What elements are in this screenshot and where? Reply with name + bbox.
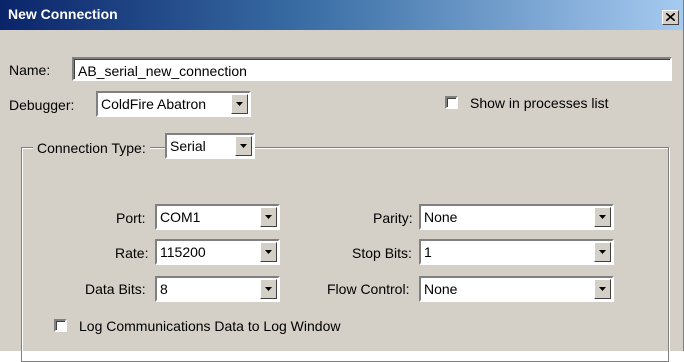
show-in-processes-checkbox[interactable]: [445, 96, 458, 109]
debugger-select[interactable]: ColdFire Abatron: [96, 91, 251, 117]
stop-bits-select[interactable]: 1: [419, 239, 614, 265]
flow-control-select[interactable]: None: [419, 276, 614, 302]
data-bits-label: Data Bits:: [85, 281, 146, 297]
parity-value: None: [424, 209, 458, 225]
stop-bits-value: 1: [424, 244, 432, 260]
stop-bits-label: Stop Bits:: [352, 245, 412, 261]
connection-type-select[interactable]: Serial: [165, 133, 255, 159]
chevron-down-icon: [599, 250, 606, 254]
show-in-processes-label: Show in processes list: [470, 95, 609, 111]
port-dropdown-button[interactable]: [260, 207, 277, 227]
close-icon: [666, 13, 675, 21]
chevron-down-icon: [240, 144, 247, 148]
connection-type-value: Serial: [170, 138, 206, 154]
flow-control-dropdown-button[interactable]: [594, 279, 611, 299]
name-label: Name:: [9, 62, 51, 78]
port-label: Port:: [116, 210, 146, 226]
parity-label: Parity:: [373, 210, 413, 226]
parity-dropdown-button[interactable]: [594, 207, 611, 227]
parity-select[interactable]: None: [419, 204, 614, 230]
chevron-down-icon: [265, 215, 272, 219]
connection-type-label: Connection Type:: [37, 140, 146, 156]
chevron-down-icon: [265, 250, 272, 254]
name-input-value: AB_serial_new_connection: [78, 63, 247, 79]
rate-dropdown-button[interactable]: [260, 242, 277, 262]
flow-control-label: Flow Control:: [327, 281, 410, 297]
debugger-dropdown-button[interactable]: [231, 94, 248, 114]
data-bits-value: 8: [160, 281, 168, 297]
rate-select[interactable]: 115200: [155, 239, 280, 265]
port-value: COM1: [160, 209, 201, 225]
data-bits-dropdown-button[interactable]: [260, 279, 277, 299]
chevron-down-icon: [599, 287, 606, 291]
chevron-down-icon: [236, 102, 243, 106]
port-select[interactable]: COM1: [155, 204, 280, 230]
connection-type-legend: Connection Type:: [33, 133, 150, 163]
log-communications-checkbox[interactable]: [54, 319, 67, 332]
new-connection-dialog: New Connection Name: AB_serial_new_conne…: [0, 0, 684, 362]
title-bar: New Connection: [0, 0, 683, 30]
connection-type-dropdown-button[interactable]: [235, 136, 252, 156]
data-bits-select[interactable]: 8: [155, 276, 280, 302]
window-title: New Connection: [8, 6, 118, 22]
log-communications-label: Log Communications Data to Log Window: [79, 318, 341, 334]
name-input[interactable]: AB_serial_new_connection: [72, 57, 672, 81]
stop-bits-dropdown-button[interactable]: [594, 242, 611, 262]
debugger-label: Debugger:: [9, 97, 75, 113]
rate-label: Rate:: [115, 245, 149, 261]
flow-control-value: None: [424, 281, 458, 297]
debugger-select-value: ColdFire Abatron: [101, 96, 207, 112]
close-button[interactable]: [662, 10, 679, 25]
rate-value: 115200: [160, 244, 206, 260]
chevron-down-icon: [265, 287, 272, 291]
chevron-down-icon: [599, 215, 606, 219]
